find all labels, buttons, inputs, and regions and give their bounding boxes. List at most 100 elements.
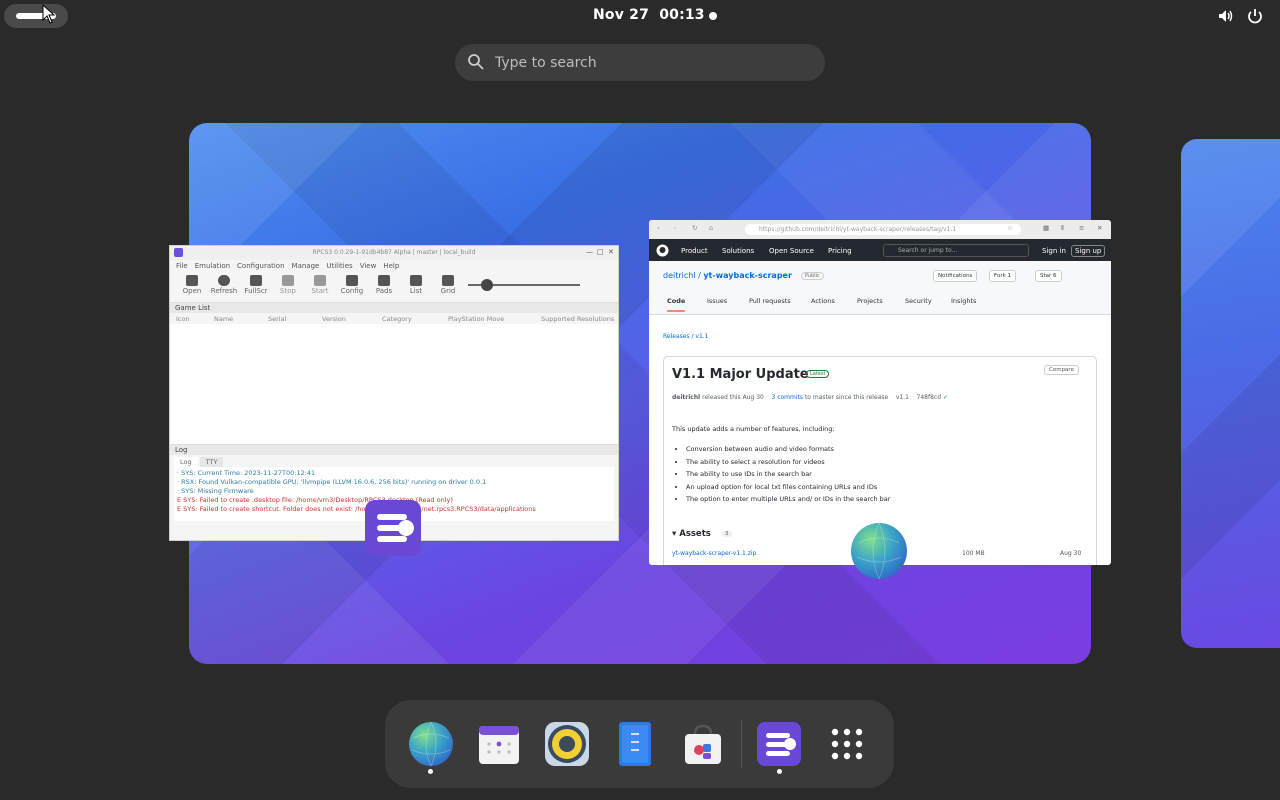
menu-manage[interactable]: Manage [292,262,320,270]
tab-issues[interactable]: Issues [707,297,727,305]
rpcs3-icon[interactable] [755,720,803,768]
open-button[interactable]: Open [176,272,208,302]
close-icon[interactable]: ✕ [1097,224,1102,232]
repo-name-link[interactable]: yt-wayback-scraper [703,271,792,280]
bookmark-star-icon[interactable]: ☆ [1007,224,1013,232]
library-icon[interactable]: ⫴ [1061,224,1064,233]
column-serial[interactable]: Serial [268,315,286,323]
minimize-icon[interactable]: — [586,248,593,256]
globe-browser-icon[interactable] [407,720,455,768]
game-list-header: Game List [170,302,618,313]
menu-view[interactable]: View [360,262,377,270]
column-version[interactable]: Version [322,315,346,323]
nav-pricing[interactable]: Pricing [828,247,852,255]
forward-icon[interactable]: › [674,224,677,232]
nav-product[interactable]: Product [681,247,708,255]
asset-link[interactable]: yt-wayback-scraper-v1.1.zip [672,550,756,557]
github-logo-icon[interactable] [656,244,669,257]
sign-in-link[interactable]: Sign in [1042,247,1066,255]
column-category[interactable]: Category [382,315,412,323]
workspace-thumbnail-2[interactable] [1181,139,1280,648]
refresh-label: Refresh [210,287,238,295]
extensions-icon[interactable]: ▦ [1043,224,1049,232]
pads-button[interactable]: Pads [368,272,400,302]
column-playstation-move[interactable]: PlayStation Move [448,315,504,323]
app-grid-icon[interactable] [823,720,871,768]
close-icon[interactable]: ✕ [608,248,614,256]
column-supported-resolutions[interactable]: Supported Resolutions [541,315,614,323]
refresh-button[interactable]: Refresh [208,272,240,302]
nav-solutions[interactable]: Solutions [722,247,754,255]
compare-button[interactable]: Compare [1044,365,1079,375]
slider-handle[interactable] [481,279,493,291]
verified-check-icon: ✓ [942,394,948,401]
icon-size-slider[interactable] [468,279,580,291]
feature-list: Conversion between audio and video forma… [686,443,890,506]
breadcrumb[interactable]: Releases / v1.1 [663,333,709,340]
tab-pull-requests[interactable]: Pull requests [749,297,791,305]
grid-view-button[interactable]: Grid [432,272,464,302]
top-bar: Nov 27 00:13 [0,0,1280,32]
stop-button[interactable]: Stop [272,272,304,302]
tab-code[interactable]: Code [667,297,686,312]
reload-icon[interactable]: ↻ [692,224,697,232]
activities-button[interactable] [4,4,68,28]
menu-utilities[interactable]: Utilities [326,262,352,270]
clock[interactable]: Nov 27 00:13 [593,7,705,23]
log-line: · SYS: Missing Firmware [177,487,254,495]
tab-projects[interactable]: Projects [857,297,883,305]
text-editor-icon[interactable] [611,720,659,768]
rpcs3-window[interactable]: RPCS3 0.0.29-1-91db4b87 Alpha | master |… [169,245,619,541]
calendar-icon[interactable] [475,720,523,768]
rpcs3-titlebar[interactable]: RPCS3 0.0.29-1-91db4b87 Alpha | master |… [170,246,618,260]
menu-emulation[interactable]: Emulation [195,262,230,270]
visibility-badge: Public [801,272,824,280]
menu-configuration[interactable]: Configuration [237,262,284,270]
tab-tty[interactable]: TTY [199,457,224,467]
search-bar[interactable] [455,44,825,81]
menu-help[interactable]: Help [383,262,399,270]
fullscreen-label: FullScr [244,287,268,295]
address-bar[interactable]: https://github.com/deitrichl/yt-wayback-… [745,224,1021,235]
log-line: · SYS: Current Time: 2023-11-27T00:12:41 [177,469,316,477]
github-search-input[interactable]: Search or jump to... [883,244,1029,257]
star-button[interactable]: Star 6 [1035,270,1062,282]
sign-up-button[interactable]: Sign up [1071,245,1106,257]
menu-file[interactable]: File [176,262,188,270]
commit-hash[interactable]: 748f8cd [917,394,942,401]
rhythmbox-icon[interactable] [543,720,591,768]
home-icon[interactable]: ⌂ [709,224,713,232]
game-list-table[interactable] [170,324,618,444]
browser-window[interactable]: ‹ › ↻ ⌂ https://github.com/deitrichl/yt-… [649,220,1111,565]
release-meta: deitrichl released this Aug 30 3 commits… [672,394,948,401]
maximize-icon[interactable]: □ [597,248,604,256]
back-icon[interactable]: ‹ [657,224,660,232]
settings-icon [346,275,358,286]
column-icon[interactable]: Icon [176,315,190,323]
tab-insights[interactable]: Insights [951,297,976,305]
power-icon[interactable] [1246,7,1264,25]
tab-actions[interactable]: Actions [811,297,835,305]
tab-security[interactable]: Security [905,297,932,305]
list-item: The ability to select a resolution for v… [686,456,890,469]
volume-icon[interactable] [1217,7,1235,25]
nav-open-source[interactable]: Open Source [769,247,814,255]
tab-log[interactable]: Log [174,457,198,467]
search-input[interactable] [495,44,805,81]
assets-header[interactable]: ▾ Assets [672,529,711,539]
column-name[interactable]: Name [214,315,233,323]
browser-app-icon [851,522,907,580]
repo-owner-link[interactable]: deitrichl [663,271,696,280]
software-icon[interactable] [679,720,727,768]
tag-label[interactable]: v1.1 [896,394,909,401]
start-button[interactable]: Start [304,272,336,302]
list-view-button[interactable]: List [400,272,432,302]
commits-link[interactable]: 3 commits [771,394,803,401]
author-link[interactable]: deitrichl [672,394,700,401]
fork-button[interactable]: Fork 1 [989,270,1017,282]
fullscreen-button[interactable]: FullScr [240,272,272,302]
notifications-button[interactable]: Notifications [933,270,978,282]
menu-icon[interactable]: ≡ [1079,224,1084,232]
config-button[interactable]: Config [336,272,368,302]
stop-label: Stop [280,287,296,295]
